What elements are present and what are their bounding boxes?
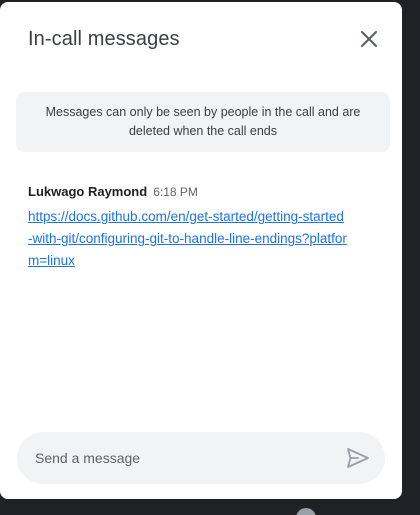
send-button[interactable] [345, 446, 371, 470]
in-call-messages-panel: In-call messages Messages can only be se… [0, 2, 402, 499]
message-link[interactable]: https://docs.github.com/en/get-started/g… [28, 206, 348, 272]
close-button[interactable] [356, 26, 382, 52]
privacy-notice-text: Messages can only be seen by people in t… [45, 105, 361, 138]
panel-title: In-call messages [28, 28, 180, 50]
message-sender: Lukwago Raymond [28, 184, 148, 199]
close-icon [360, 30, 378, 48]
message-input[interactable] [35, 432, 325, 484]
call-screen-background: In-call messages Messages can only be se… [0, 0, 420, 515]
privacy-notice: Messages can only be seen by people in t… [16, 92, 390, 152]
message-composer [17, 432, 385, 484]
chat-message: Lukwago Raymond 6:18 PM https://docs.gith… [28, 183, 358, 272]
panel-header: In-call messages [28, 26, 382, 56]
message-time: 6:18 PM [153, 185, 198, 199]
partial-avatar [296, 508, 316, 515]
send-icon [347, 448, 369, 468]
message-meta: Lukwago Raymond 6:18 PM [28, 183, 358, 201]
